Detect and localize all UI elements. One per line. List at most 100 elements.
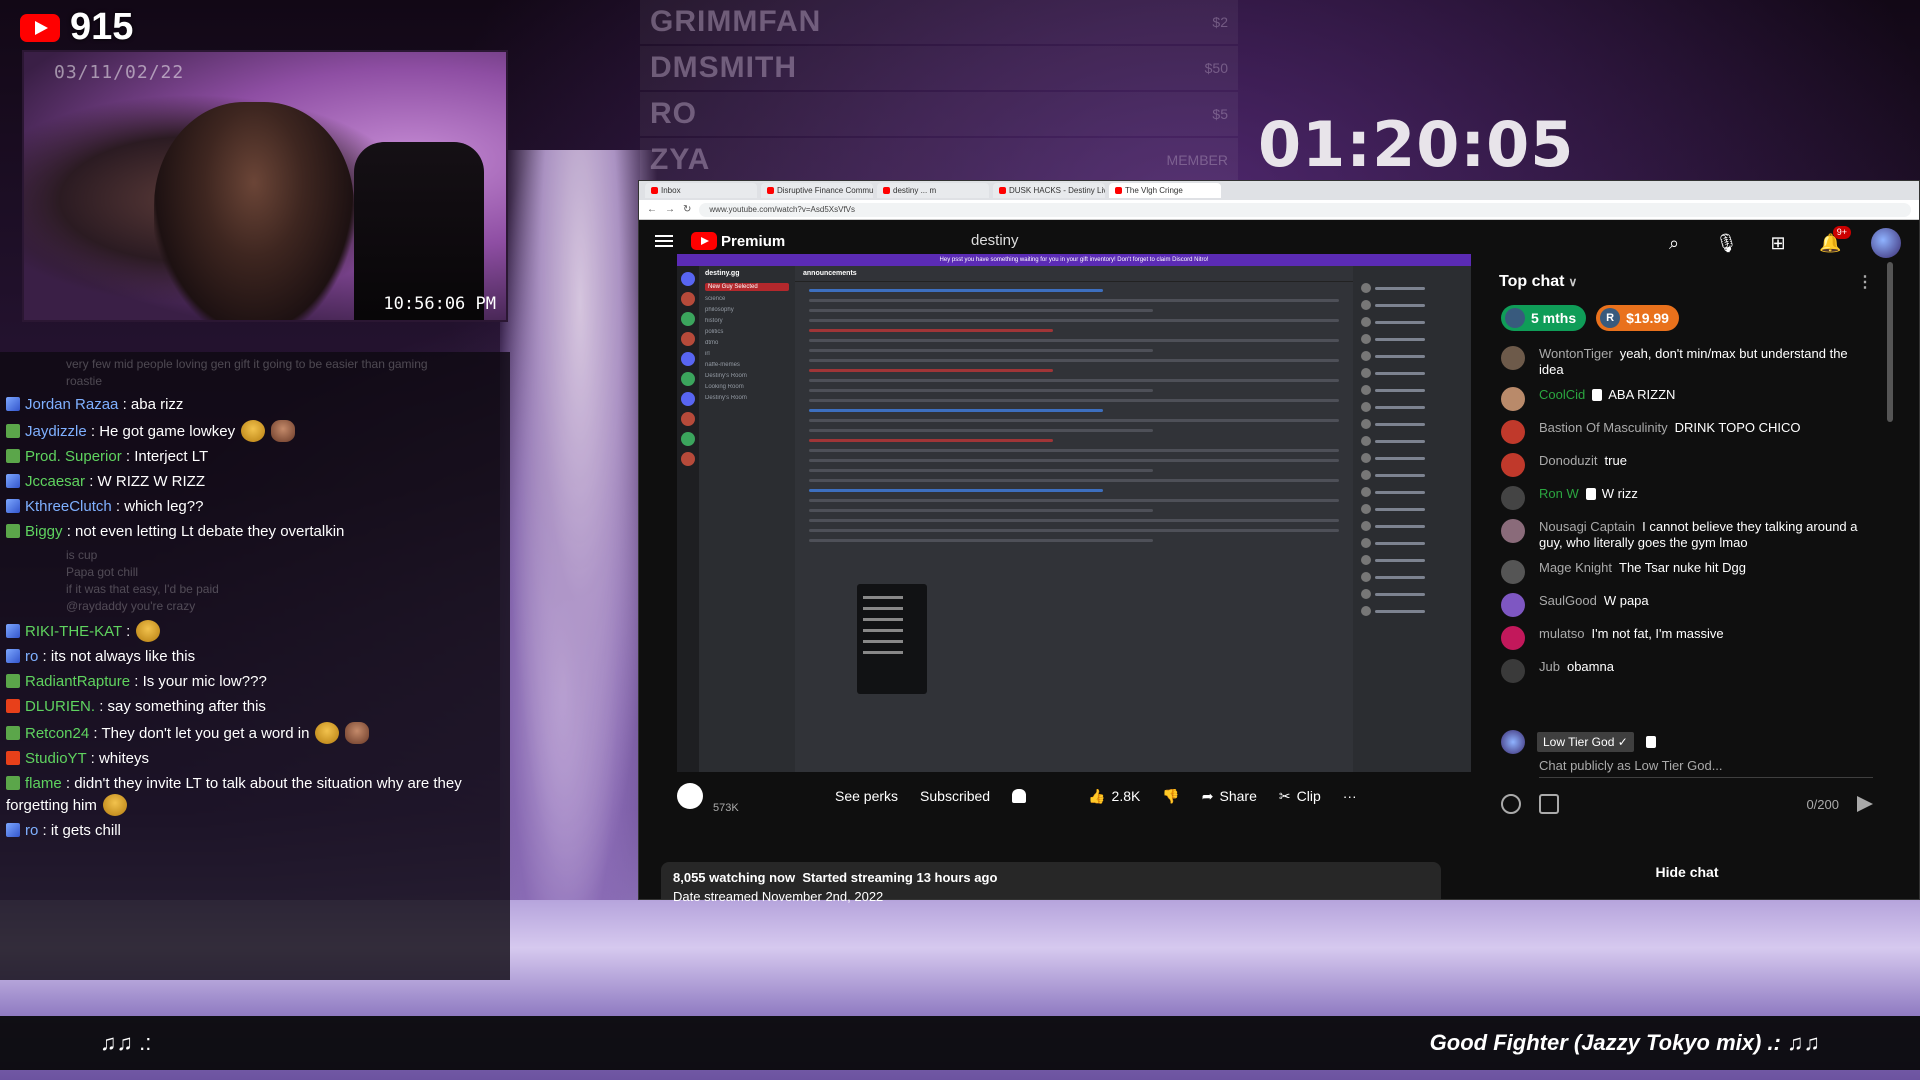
chat-author[interactable]: Bastion Of Masculinity (1539, 420, 1668, 435)
emoji-icon[interactable] (1501, 794, 1521, 814)
notifications-bell-icon[interactable]: 🔔 9+ (1819, 226, 1851, 254)
chat-input[interactable]: Chat publicly as Low Tier God... (1539, 758, 1873, 778)
chat-scrollbar[interactable] (1887, 262, 1893, 422)
browser-tab[interactable]: Inbox (645, 183, 757, 198)
faint-message: roastie (66, 374, 103, 388)
menu-icon[interactable] (655, 235, 673, 247)
member-item (1361, 385, 1463, 395)
stream-chat-overlay: very few mid people loving gen gift it g… (0, 352, 510, 980)
hat-badge-icon (6, 424, 20, 438)
chat-message[interactable]: CoolCid ABA RIZZN (1501, 387, 1873, 411)
share-button[interactable]: ➦ Share (1202, 788, 1257, 805)
forward-icon[interactable]: → (665, 204, 675, 215)
like-button[interactable]: 👍 2.8K (1088, 788, 1140, 805)
chat-message[interactable]: SaulGood W papa (1501, 593, 1873, 617)
top-chat-dropdown[interactable]: Top chat ∨ (1499, 273, 1577, 291)
chat-username: Biggy (25, 523, 63, 540)
chat-author[interactable]: Mage Knight (1539, 560, 1612, 575)
chat-author[interactable]: Donoduzit (1539, 453, 1598, 468)
chat-avatar (1501, 626, 1525, 650)
see-perks-button[interactable]: See perks (835, 788, 898, 804)
hat-badge-icon (6, 449, 20, 463)
chat-avatar (1501, 593, 1525, 617)
more-options-icon[interactable]: ⋮ (1857, 272, 1873, 292)
microphone-icon[interactable]: 🎙 (1715, 232, 1738, 254)
chat-message[interactable]: Mage Knight The Tsar nuke hit Dgg (1501, 560, 1873, 584)
browser-tab[interactable]: DUSK HACKS - Destiny Live ... (993, 183, 1105, 198)
chat-text: : its not always like this (42, 648, 196, 665)
reload-icon[interactable]: ↻ (683, 204, 691, 215)
message-line (809, 439, 1053, 442)
chat-author[interactable]: Jub (1539, 659, 1560, 674)
browser-tab[interactable]: Disruptive Finance Commu... (761, 183, 873, 198)
chat-username: ro (25, 648, 39, 665)
chat-message[interactable]: Bastion Of Masculinity DRINK TOPO CHICO (1501, 420, 1873, 444)
now-playing-title: Good Fighter (Jazzy Tokyo mix) .: ♫♫ (1429, 1030, 1820, 1055)
thumbs-up-icon: 👍 (1088, 787, 1106, 804)
chat-avatar (1501, 519, 1525, 543)
clip-button[interactable]: ✂ Clip (1279, 788, 1321, 805)
youtube-premium-logo[interactable]: Premium (691, 232, 785, 250)
chat-username: Jccaesar (25, 473, 86, 490)
chat-message[interactable]: Nousagi Captain I cannot believe they tal… (1501, 519, 1873, 551)
hide-chat-button[interactable]: Hide chat (1477, 864, 1897, 880)
super-chat-icon[interactable] (1539, 794, 1559, 814)
chat-author[interactable]: Ron W (1539, 486, 1579, 501)
member-item (1361, 317, 1463, 327)
chat-message[interactable]: Donoduzit true (1501, 453, 1873, 477)
emote-icon (241, 420, 266, 442)
search-input[interactable]: destiny (971, 232, 1019, 249)
send-icon[interactable] (1857, 796, 1873, 812)
address-bar[interactable]: www.youtube.com/watch?v=Asd5XsVfVs (699, 202, 1911, 217)
chat-author[interactable]: CoolCid (1539, 387, 1585, 402)
hat-badge-icon (6, 524, 20, 538)
chat-message[interactable]: Ron W W rizz (1501, 486, 1873, 510)
browser-tab[interactable]: The Vlgh Cringe (1109, 183, 1221, 198)
server-icon (681, 392, 695, 406)
chat-author[interactable]: WontonTiger (1539, 346, 1613, 361)
discord-server-list (677, 266, 699, 772)
subscribed-button[interactable]: Subscribed (920, 788, 990, 804)
more-actions-button[interactable]: ··· (1343, 788, 1357, 804)
chat-message[interactable]: mulatso I'm not fat, I'm massive (1501, 626, 1873, 650)
chat-avatar (1501, 560, 1525, 584)
description-box[interactable]: 8,055 watching now Started streaming 13 … (661, 862, 1441, 904)
chat-author[interactable]: mulatso (1539, 626, 1585, 641)
account-avatar[interactable] (1871, 228, 1901, 258)
chat-message[interactable]: WontonTiger yeah, don't min/max but under… (1501, 346, 1873, 378)
channel-avatar[interactable] (677, 783, 703, 809)
stream-chat-message: StudioYT : whiteys (6, 749, 504, 769)
stream-chat-message: Biggy : not even letting Lt debate they … (6, 522, 504, 542)
chat-author[interactable]: SaulGood (1539, 593, 1597, 608)
super-chat-chip[interactable]: 5 mths (1501, 305, 1587, 331)
discord-channel: Looking Room (705, 384, 744, 390)
member-item (1361, 368, 1463, 378)
top-chat-label: Top chat (1499, 273, 1565, 290)
sword-badge-icon (6, 499, 20, 513)
fire-badge-icon (6, 699, 20, 713)
youtube-logo-icon (691, 232, 717, 250)
chevron-down-icon: ∨ (1568, 275, 1578, 289)
share-label: Share (1219, 788, 1257, 804)
music-note-left: ♫♫ .: (100, 1030, 152, 1055)
viewer-count: 915 (70, 6, 134, 48)
browser-tab[interactable]: destiny ... m (877, 183, 989, 198)
tab-favicon-icon (1115, 187, 1122, 194)
super-chat-chip[interactable]: R $19.99 (1596, 305, 1679, 331)
webcam-feed: 03/11/02/22 10:56:06 PM (22, 50, 508, 322)
leaderboard-value: $5 (1212, 106, 1228, 122)
dislike-button[interactable]: 👎 (1162, 788, 1179, 805)
video-player[interactable]: Hey psst you have something waiting for … (677, 254, 1471, 772)
bell-icon[interactable] (1012, 789, 1027, 803)
chat-author[interactable]: Nousagi Captain (1539, 519, 1635, 534)
member-badge-icon (1592, 389, 1603, 401)
discord-channel: naffe-memes (705, 362, 740, 368)
create-video-icon[interactable]: ⊞ (1767, 232, 1789, 254)
back-icon[interactable]: ← (647, 204, 657, 215)
message-line (809, 409, 1103, 412)
server-icon (681, 432, 695, 446)
guild-name: destiny.gg (705, 270, 740, 277)
self-avatar (1501, 730, 1525, 754)
chat-message[interactable]: Jub obamna (1501, 659, 1873, 683)
search-icon[interactable]: ⌕ (1663, 232, 1685, 254)
